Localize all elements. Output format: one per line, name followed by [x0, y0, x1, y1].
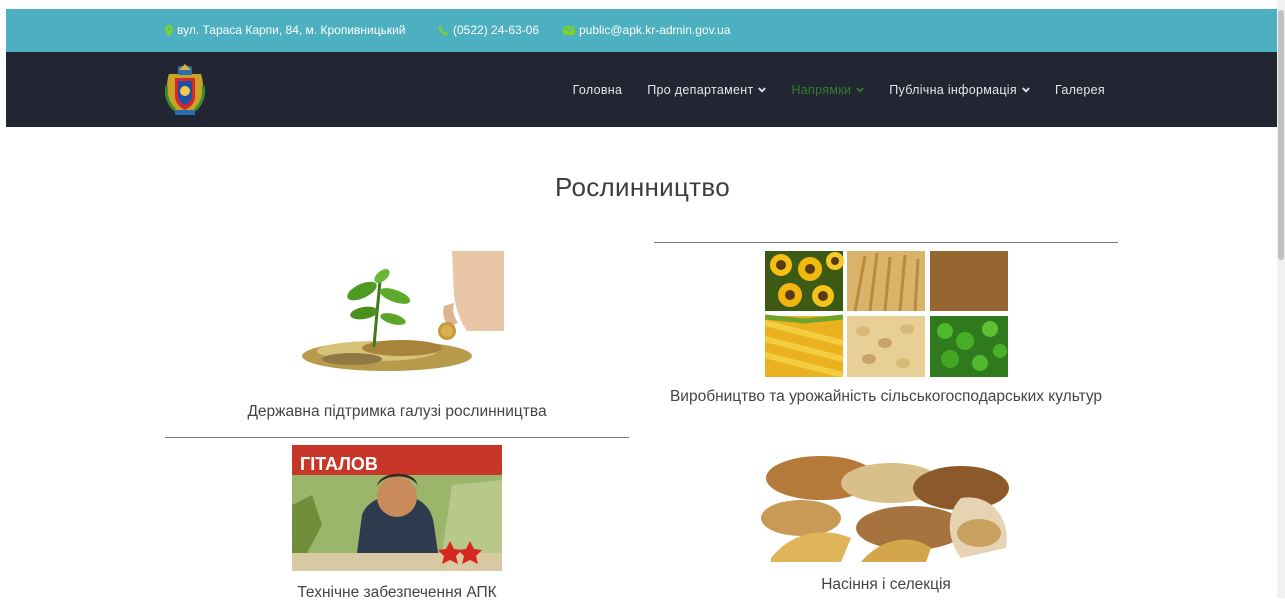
chevron-down-icon [758, 85, 767, 95]
nav-item-label: Головна [572, 82, 623, 97]
divider [654, 242, 1118, 243]
top-info-bar: вул. Тараса Карпи, 84, м. Кропивницький … [6, 9, 1277, 52]
card-caption[interactable]: Технічне забезпечення АПК [166, 582, 628, 603]
card-caption[interactable]: Державна підтримка галузі рослинництва [166, 401, 628, 422]
phone-icon [438, 25, 449, 36]
nav-item-about[interactable]: Про департамент [647, 82, 767, 97]
seeds-image[interactable] [761, 438, 1013, 562]
address-text: вул. Тараса Карпи, 84, м. Кропивницький [177, 23, 406, 37]
email-item[interactable]: public@apk.kr-admin.gov.ua [563, 9, 730, 52]
email-text[interactable]: public@apk.kr-admin.gov.ua [579, 9, 730, 52]
nav-item-label: Напрямки [791, 82, 852, 97]
coins-plant-image[interactable] [292, 251, 504, 377]
map-marker-icon [165, 25, 173, 36]
card-caption[interactable]: Насіння і селекція [654, 574, 1118, 595]
main-navbar: Головна Про департамент Напрямки Публічн… [6, 52, 1277, 127]
main-menu: Головна Про департамент Напрямки Публічн… [548, 52, 1105, 127]
chevron-down-icon [1022, 85, 1030, 95]
nav-item-label: Про департамент [647, 82, 754, 97]
phone-text[interactable]: (0522) 24-63-06 [453, 9, 539, 52]
poster-title: ГІТАЛОВ [300, 454, 378, 474]
divider [165, 437, 629, 438]
nav-item-public-info[interactable]: Публічна інформація [889, 83, 1030, 97]
nav-item-label: Публічна інформація [889, 82, 1017, 97]
nav-item-gallery[interactable]: Галерея [1055, 83, 1105, 97]
nav-item-label: Галерея [1054, 82, 1105, 97]
page-title: Рослинництво [555, 172, 730, 202]
coat-of-arms-logo[interactable] [164, 64, 206, 116]
scrollbar-thumb[interactable] [1278, 10, 1284, 260]
poster-image[interactable]: ГІТАЛОВ [292, 445, 502, 571]
envelope-icon [563, 26, 575, 35]
card-caption[interactable]: Виробництво та урожайність сільськогоспо… [654, 386, 1118, 407]
nav-item-home[interactable]: Головна [573, 83, 623, 97]
chevron-down-icon [856, 85, 865, 95]
page-scrollbar[interactable] [1277, 0, 1285, 598]
address-item: вул. Тараса Карпи, 84, м. Кропивницький [165, 9, 406, 52]
crops-collage-image[interactable] [765, 251, 1008, 377]
phone-item[interactable]: (0522) 24-63-06 [438, 9, 539, 52]
nav-item-directions[interactable]: Напрямки [791, 82, 865, 97]
